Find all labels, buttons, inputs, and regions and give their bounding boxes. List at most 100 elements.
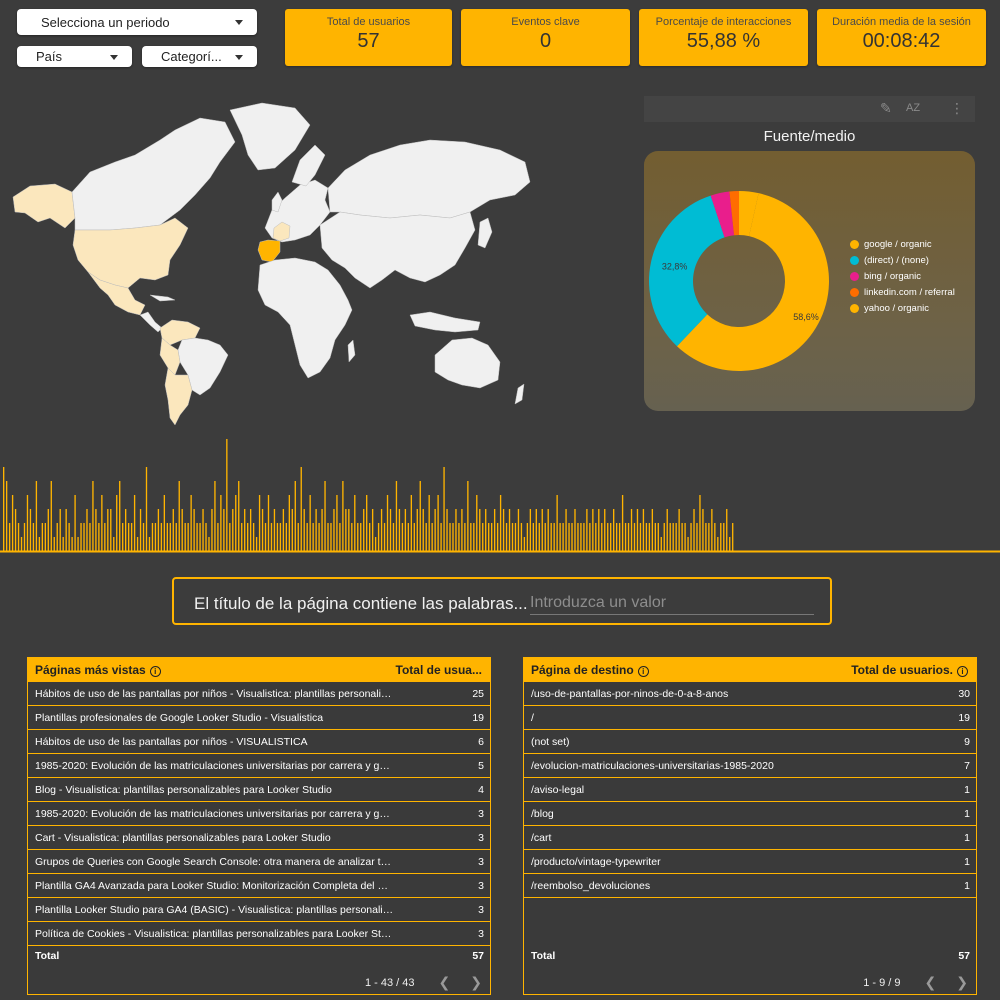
bar[interactable] xyxy=(86,509,88,551)
chevron-right-icon[interactable]: ❯ xyxy=(470,974,482,991)
bar[interactable] xyxy=(175,523,177,551)
bar[interactable] xyxy=(333,509,335,551)
bar[interactable] xyxy=(193,509,195,551)
table-row[interactable]: /reembolso_devoluciones 1 xyxy=(524,874,976,898)
legend-item[interactable]: google / organic xyxy=(850,239,970,250)
bar[interactable] xyxy=(345,509,347,551)
table-row[interactable]: 1985-2020: Evolución de las matriculacio… xyxy=(28,754,490,778)
bar[interactable] xyxy=(455,509,457,551)
bar[interactable] xyxy=(44,523,46,551)
category-dropdown[interactable]: Categorí... xyxy=(142,46,257,67)
legend-item[interactable]: bing / organic xyxy=(850,271,970,282)
bar[interactable] xyxy=(583,523,585,551)
map-country-africa[interactable] xyxy=(257,257,353,379)
bar[interactable] xyxy=(598,509,600,551)
bar[interactable] xyxy=(306,523,308,551)
bar[interactable] xyxy=(122,523,124,551)
bar[interactable] xyxy=(11,495,14,551)
bar[interactable] xyxy=(440,523,442,551)
bar[interactable] xyxy=(151,523,154,551)
bar[interactable] xyxy=(449,523,451,551)
bar[interactable] xyxy=(267,495,270,551)
map-country-alaska[interactable] xyxy=(12,183,76,229)
bar[interactable] xyxy=(684,523,686,551)
bar[interactable] xyxy=(178,481,180,551)
table-row[interactable]: /blog 1 xyxy=(524,802,976,826)
bar[interactable] xyxy=(321,509,323,551)
bar[interactable] xyxy=(699,495,701,551)
bar[interactable] xyxy=(127,523,130,551)
bar[interactable] xyxy=(485,509,487,551)
table-row[interactable]: /producto/vintage-typewriter 1 xyxy=(524,850,976,874)
bar[interactable] xyxy=(523,537,526,551)
table-row[interactable]: Plantillas profesionales de Google Looke… xyxy=(28,706,490,730)
bar[interactable] xyxy=(142,523,145,551)
bar[interactable] xyxy=(68,523,70,551)
bar[interactable] xyxy=(511,523,514,551)
bar[interactable] xyxy=(190,495,192,551)
bar[interactable] xyxy=(610,523,612,551)
bar[interactable] xyxy=(220,495,222,551)
bar[interactable] xyxy=(83,523,85,551)
bar[interactable] xyxy=(726,509,728,551)
bar[interactable] xyxy=(205,523,207,551)
bar[interactable] xyxy=(261,509,264,551)
bar[interactable] xyxy=(601,523,603,551)
bar[interactable] xyxy=(184,523,186,551)
bar[interactable] xyxy=(110,509,112,551)
bar[interactable] xyxy=(56,523,58,551)
bar[interactable] xyxy=(133,495,136,551)
bar[interactable] xyxy=(285,523,288,551)
bar[interactable] xyxy=(232,509,234,551)
bar[interactable] xyxy=(413,523,415,551)
map-country-madagascar[interactable] xyxy=(347,339,356,363)
bar[interactable] xyxy=(327,523,329,551)
bar[interactable] xyxy=(107,509,109,551)
bar[interactable] xyxy=(309,495,311,551)
bar[interactable] xyxy=(720,523,722,551)
legend-item[interactable]: (direct) / (none) xyxy=(850,255,970,266)
bar[interactable] xyxy=(3,467,5,551)
bar[interactable] xyxy=(568,523,570,551)
map-country-cuba[interactable] xyxy=(149,294,176,302)
bar[interactable] xyxy=(125,509,127,551)
bar[interactable] xyxy=(398,509,401,551)
bar[interactable] xyxy=(491,523,493,551)
bar[interactable] xyxy=(482,523,484,551)
bar[interactable] xyxy=(17,523,20,551)
bar[interactable] xyxy=(35,481,38,551)
bar[interactable] xyxy=(38,537,41,551)
bar[interactable] xyxy=(428,495,430,551)
bar[interactable] xyxy=(14,509,17,551)
bar[interactable] xyxy=(544,523,546,551)
bar[interactable] xyxy=(446,509,448,551)
bar[interactable] xyxy=(47,509,49,551)
bar[interactable] xyxy=(702,509,704,551)
bar[interactable] xyxy=(276,523,279,551)
map-country-indonesia[interactable] xyxy=(409,311,481,333)
bar[interactable] xyxy=(169,523,171,551)
bar[interactable] xyxy=(214,481,216,551)
bar[interactable] xyxy=(580,523,582,551)
bar[interactable] xyxy=(723,523,725,551)
bar[interactable] xyxy=(535,509,537,551)
bar[interactable] xyxy=(258,495,261,551)
bar[interactable] xyxy=(547,509,549,551)
bar[interactable] xyxy=(407,523,410,551)
table-row[interactable]: /evolucion-matriculaciones-universitaria… xyxy=(524,754,976,778)
bar[interactable] xyxy=(505,523,508,551)
bar[interactable] xyxy=(476,495,478,551)
bar[interactable] xyxy=(136,537,139,551)
bar[interactable] xyxy=(615,523,618,551)
bar[interactable] xyxy=(264,523,267,551)
bar[interactable] xyxy=(541,509,543,551)
bar[interactable] xyxy=(607,523,609,551)
bar[interactable] xyxy=(681,523,683,551)
bar[interactable] xyxy=(705,523,707,551)
bar[interactable] xyxy=(80,523,82,551)
bar[interactable] xyxy=(571,523,573,551)
bar[interactable] xyxy=(401,523,404,551)
table-row[interactable]: Hábitos de uso de las pantallas por niño… xyxy=(28,730,490,754)
table-row[interactable]: Cart - Visualistica: plantillas personal… xyxy=(28,826,490,850)
bar[interactable] xyxy=(502,509,505,551)
